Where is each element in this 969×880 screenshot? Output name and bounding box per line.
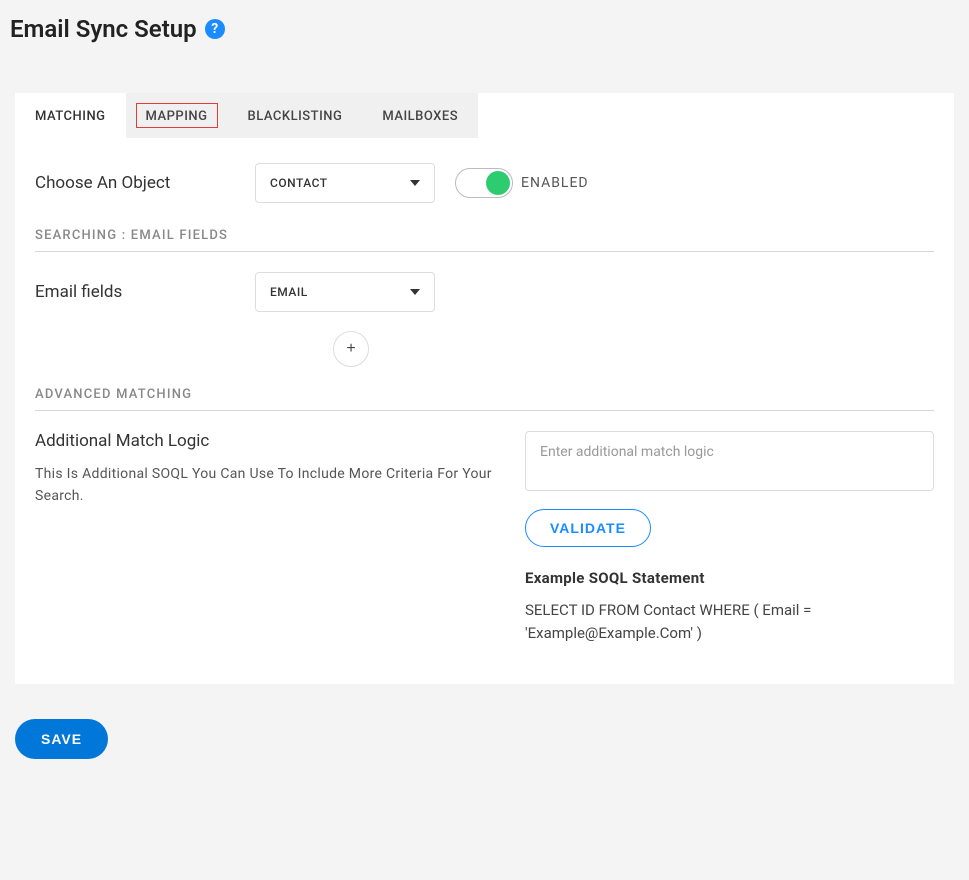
enabled-toggle[interactable]: [455, 168, 513, 198]
object-select[interactable]: CONTACT: [255, 163, 435, 203]
divider: [35, 251, 934, 252]
add-field-button[interactable]: +: [333, 331, 369, 367]
tabs: MATCHING MAPPING BLACKLISTING MAILBOXES: [15, 93, 954, 138]
tab-mailboxes[interactable]: MAILBOXES: [362, 93, 478, 138]
example-soql-title: Example SOQL Statement: [525, 569, 934, 587]
plus-icon: +: [346, 340, 355, 358]
advanced-heading: ADVANCED MATCHING: [35, 387, 934, 402]
help-icon[interactable]: ?: [205, 19, 225, 39]
additional-match-help: This Is Additional SOQL You Can Use To I…: [35, 463, 495, 508]
divider: [35, 410, 934, 411]
object-select-value: CONTACT: [270, 176, 328, 190]
save-button[interactable]: SAVE: [15, 719, 108, 759]
tab-blacklisting[interactable]: BLACKLISTING: [228, 93, 363, 138]
tab-mapping[interactable]: MAPPING: [126, 93, 228, 138]
additional-match-title: Additional Match Logic: [35, 431, 495, 451]
example-soql-code: SELECT ID FROM Contact WHERE ( Email = '…: [525, 599, 934, 644]
main-panel: MATCHING MAPPING BLACKLISTING MAILBOXES …: [15, 93, 954, 684]
email-fields-select-value: EMAIL: [270, 285, 308, 299]
choose-object-label: Choose An Object: [35, 173, 235, 193]
email-fields-label: Email fields: [35, 282, 235, 302]
email-fields-select[interactable]: EMAIL: [255, 272, 435, 312]
searching-heading: SEARCHING : EMAIL FIELDS: [35, 228, 934, 243]
validate-button[interactable]: VALIDATE: [525, 509, 651, 547]
enabled-toggle-label: ENABLED: [521, 175, 589, 191]
chevron-down-icon: [410, 180, 420, 186]
toggle-knob: [486, 171, 510, 195]
tab-matching[interactable]: MATCHING: [15, 93, 126, 138]
page-title: Email Sync Setup: [10, 15, 197, 43]
match-logic-input[interactable]: [525, 431, 934, 491]
chevron-down-icon: [410, 289, 420, 295]
